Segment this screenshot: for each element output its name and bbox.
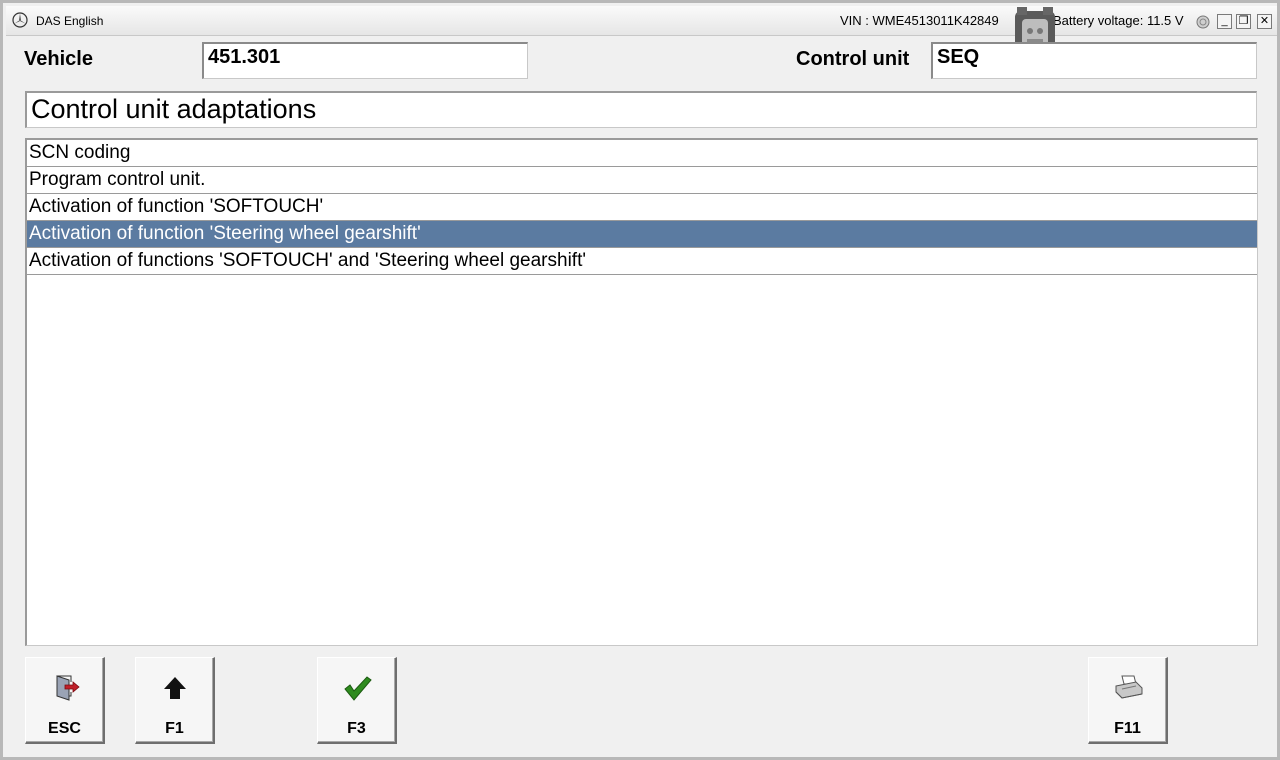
f3-button[interactable]: F3 <box>317 657 397 744</box>
vin-readout: VIN : WME4513011K42849 <box>840 13 999 28</box>
battery-voltage-readout: Battery voltage: 11.5 V <box>1053 13 1184 28</box>
exit-door-icon <box>56 675 80 701</box>
control-unit-field: SEQ <box>931 42 1257 79</box>
f11-button[interactable]: F11 <box>1088 657 1168 744</box>
f1-label: F1 <box>165 720 184 737</box>
mercedes-star-icon <box>12 12 28 28</box>
adaptation-list: SCN coding Program control unit. Activat… <box>25 138 1258 646</box>
gauge-icon <box>1196 15 1210 29</box>
up-arrow-icon <box>163 677 186 699</box>
list-item-program-control-unit[interactable]: Program control unit. <box>27 167 1257 194</box>
printer-icon <box>1115 675 1142 699</box>
section-title: Control unit adaptations <box>25 91 1257 128</box>
app-title: DAS English <box>36 14 104 28</box>
f11-label: F11 <box>1114 720 1141 737</box>
list-item-steering-wheel-gearshift[interactable]: Activation of function 'Steering wheel g… <box>27 221 1257 248</box>
restore-button[interactable]: ❐ <box>1236 14 1251 29</box>
vehicle-label: Vehicle <box>24 48 93 70</box>
control-unit-label: Control unit <box>796 48 910 70</box>
f3-label: F3 <box>347 720 366 737</box>
esc-button[interactable]: ESC <box>25 657 105 744</box>
list-item-softouch[interactable]: Activation of function 'SOFTOUCH' <box>27 194 1257 221</box>
das-window: DAS English VIN : WME4513011K42849 Batte… <box>0 0 1280 760</box>
list-item-scn-coding[interactable]: SCN coding <box>27 140 1257 167</box>
list-item-softouch-and-steering[interactable]: Activation of functions 'SOFTOUCH' and '… <box>27 248 1257 275</box>
vehicle-field: 451.301 <box>202 42 528 79</box>
title-bar: DAS English VIN : WME4513011K42849 Batte… <box>6 6 1277 36</box>
esc-label: ESC <box>48 720 81 737</box>
checkmark-icon <box>343 676 372 701</box>
close-button[interactable]: ✕ <box>1257 14 1272 29</box>
minimize-button[interactable]: _ <box>1217 14 1232 29</box>
f1-button[interactable]: F1 <box>135 657 215 744</box>
